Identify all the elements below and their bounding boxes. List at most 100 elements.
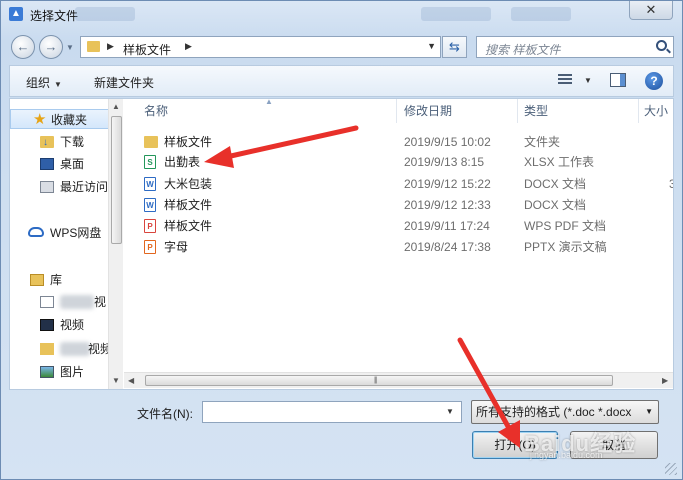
nav-item-label: 库: [50, 273, 63, 287]
file-type: WPS PDF 文档: [524, 219, 607, 233]
forward-arrow-icon: →: [44, 39, 58, 54]
nav-item-documents[interactable]: 视: [10, 292, 123, 312]
breadcrumb-separator-icon[interactable]: ▶: [185, 41, 192, 52]
nav-item-label: 下载: [60, 135, 85, 149]
column-header-modified[interactable]: 修改日期: [404, 99, 452, 123]
scrollbar-grip-icon: |||: [374, 377, 378, 384]
resize-grip-icon[interactable]: [665, 463, 677, 475]
nav-pane-scrollbar[interactable]: ▲ ▼: [108, 99, 123, 389]
folder-icon: [144, 136, 158, 148]
scrollbar-thumb[interactable]: |||: [145, 375, 613, 386]
nav-item-libraries[interactable]: 库: [10, 270, 123, 290]
nav-item-pictures[interactable]: 图片: [10, 362, 123, 382]
nav-item-label: 视: [94, 295, 107, 309]
file-type-filter-select[interactable]: 所有支持的格式 (*.doc *.docx ▼: [471, 400, 659, 424]
document-icon: [40, 296, 54, 308]
scrollbar-thumb[interactable]: [111, 116, 122, 244]
file-type: PPTX 演示文稿: [524, 240, 607, 254]
help-icon[interactable]: ?: [645, 72, 663, 90]
watermark-url: jingyan.baidu.com: [530, 450, 603, 460]
window-title: 选择文件: [30, 9, 79, 23]
close-button[interactable]: ✕: [629, 1, 673, 20]
address-dropdown-icon[interactable]: ▼: [427, 41, 436, 51]
organize-menu[interactable]: 组织 ▼: [26, 74, 62, 91]
folder-icon: [87, 41, 100, 52]
filename-label: 文件名(N):: [137, 407, 193, 421]
file-row[interactable]: P 样板文件 2019/9/11 17:24 WPS PDF 文档: [124, 216, 673, 236]
file-row[interactable]: W 大米包装 2019/9/12 15:22 DOCX 文档 3: [124, 174, 673, 194]
video-icon: [40, 319, 54, 331]
file-list-horizontal-scrollbar[interactable]: ◀ ||| ▶: [124, 372, 673, 388]
organize-label: 组织: [26, 76, 51, 90]
new-folder-button[interactable]: 新建文件夹: [94, 74, 154, 91]
scroll-up-arrow-icon[interactable]: ▲: [112, 102, 120, 111]
nav-item-favorites[interactable]: ★ 收藏夹: [10, 109, 123, 129]
file-modified: 2019/9/12 12:33: [404, 198, 491, 212]
file-name: 大米包装: [164, 177, 213, 191]
nav-item-desktop[interactable]: 桌面: [10, 154, 123, 174]
desktop-icon: [40, 158, 54, 170]
blurred-region: [60, 342, 90, 356]
file-open-dialog: ▲ 选择文件 ✕ ← → ▼ ▶ 样板文件 ▶ ▼ ⇆ 搜索 样板文件 组织 ▼ …: [0, 0, 683, 480]
file-row[interactable]: W 样板文件 2019/9/12 12:33 DOCX 文档: [124, 195, 673, 215]
blurred-background-text: [421, 7, 491, 21]
breadcrumb-separator-icon[interactable]: ▶: [107, 41, 114, 52]
nav-item-videos[interactable]: 视频: [10, 315, 123, 335]
chevron-down-icon: ▼: [54, 80, 62, 89]
column-header-size[interactable]: 大小: [644, 99, 668, 123]
file-modified: 2019/9/12 15:22: [404, 177, 491, 191]
preview-pane-icon[interactable]: [610, 73, 626, 87]
column-header-name[interactable]: 名称: [144, 99, 168, 123]
music-icon: [40, 343, 54, 355]
file-row[interactable]: P 字母 2019/8/24 17:38 PPTX 演示文稿: [124, 237, 673, 257]
recent-pages-dropdown[interactable]: ▼: [65, 43, 75, 53]
search-icon[interactable]: [656, 40, 667, 51]
search-placeholder: 搜索 样板文件: [485, 43, 561, 57]
blurred-region: [60, 295, 94, 309]
scroll-left-arrow-icon[interactable]: ◀: [128, 376, 134, 385]
refresh-button[interactable]: ⇆: [442, 36, 467, 58]
pptx-file-icon: P: [144, 240, 156, 254]
file-type: XLSX 工作表: [524, 155, 595, 169]
sort-ascending-icon: ▲: [265, 99, 273, 106]
column-divider[interactable]: [638, 99, 639, 123]
scroll-right-arrow-icon[interactable]: ▶: [662, 376, 668, 385]
navigation-pane: ★ 收藏夹 下载 桌面 最近访问 WPS网盘 库: [10, 99, 123, 389]
xlsx-file-icon: S: [144, 155, 156, 169]
filename-input[interactable]: [202, 401, 462, 423]
file-list: ▲ 名称 修改日期 类型 大小 样板文件 2019/9/15 10:02 文件夹…: [124, 99, 673, 389]
breadcrumb-item[interactable]: 样板文件: [123, 41, 171, 58]
recent-places-icon: [40, 181, 54, 193]
app-icon: ▲: [9, 7, 23, 21]
nav-item-label: WPS网盘: [50, 226, 102, 240]
scroll-down-arrow-icon[interactable]: ▼: [112, 376, 120, 385]
chevron-down-icon: ▼: [645, 407, 653, 416]
filename-history-dropdown-icon[interactable]: ▼: [446, 407, 454, 416]
star-icon: ★: [33, 111, 47, 128]
view-options-dropdown-icon[interactable]: ▼: [584, 76, 592, 85]
file-name: 样板文件: [164, 198, 213, 212]
file-row[interactable]: S 出勤表 2019/9/13 8:15 XLSX 工作表: [124, 152, 673, 172]
file-type: DOCX 文档: [524, 177, 587, 191]
file-row[interactable]: 样板文件 2019/9/15 10:02 文件夹: [124, 132, 673, 152]
column-header-type[interactable]: 类型: [524, 99, 548, 123]
nav-item-wps-cloud[interactable]: WPS网盘: [10, 223, 123, 243]
view-options-icon[interactable]: [558, 74, 572, 86]
column-divider[interactable]: [517, 99, 518, 123]
back-button[interactable]: ←: [11, 35, 35, 59]
nav-item-label: 桌面: [60, 157, 85, 171]
cloud-icon: [28, 227, 44, 237]
file-size: 3: [669, 177, 673, 191]
file-type: 文件夹: [524, 135, 561, 149]
forward-button[interactable]: →: [39, 35, 63, 59]
address-bar[interactable]: ▶ 样板文件 ▶ ▼: [80, 36, 441, 58]
title-bar[interactable]: ▲ 选择文件 ✕: [1, 1, 682, 29]
file-type-filter-value: 所有支持的格式 (*.doc *.docx: [476, 405, 632, 419]
nav-item-downloads[interactable]: 下载: [10, 132, 123, 153]
nav-item-recent[interactable]: 最近访问: [10, 177, 123, 197]
blurred-background-text: [75, 7, 135, 21]
nav-item-music[interactable]: 视频: [10, 339, 123, 359]
main-content: ★ 收藏夹 下载 桌面 最近访问 WPS网盘 库: [9, 98, 674, 390]
column-divider[interactable]: [396, 99, 397, 123]
search-box[interactable]: 搜索 样板文件: [476, 36, 674, 58]
